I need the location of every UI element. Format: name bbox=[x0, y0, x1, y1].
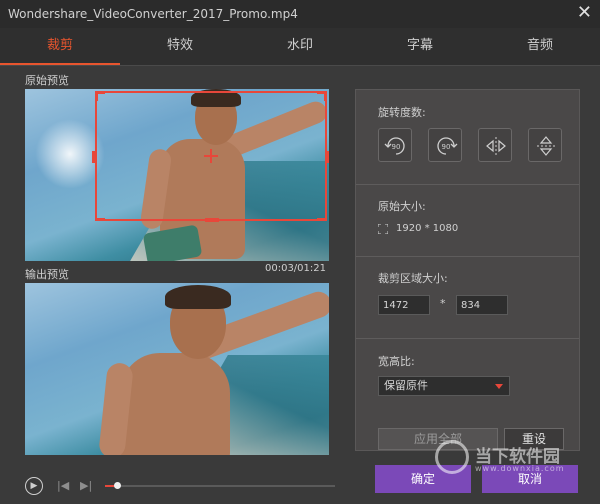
player-controls: ▶ |◀ ▶| bbox=[25, 477, 335, 495]
aspect-ratio-value: 保留原件 bbox=[384, 379, 428, 392]
next-frame-button[interactable]: ▶| bbox=[80, 479, 92, 492]
window-title: Wondershare_VideoConverter_2017_Promo.mp… bbox=[8, 7, 298, 21]
output-hair-shape bbox=[165, 285, 231, 309]
flip-horizontal-button[interactable] bbox=[478, 128, 512, 162]
output-torso-shape bbox=[120, 353, 230, 455]
rotate-right-text: 90 bbox=[442, 143, 451, 151]
progress-knob[interactable] bbox=[113, 482, 121, 489]
tab-bar: 裁剪 特效 水印 字幕 音频 bbox=[0, 28, 600, 66]
play-button[interactable]: ▶ bbox=[25, 477, 43, 495]
original-size-row: 1920 * 1080 bbox=[378, 223, 458, 234]
crop-settings-panel: 旋转度数: 90 90 原始大小: 1920 * 1080 裁剪区域大小: 14… bbox=[355, 89, 580, 451]
watermark-logo-icon bbox=[435, 440, 469, 474]
rotation-label: 旋转度数: bbox=[378, 106, 426, 119]
output-preview bbox=[25, 283, 329, 455]
chevron-down-icon bbox=[495, 384, 503, 389]
rotate-right-button[interactable]: 90 bbox=[428, 128, 462, 162]
original-preview-label: 原始预览 bbox=[25, 74, 69, 87]
tab-subtitle[interactable]: 字幕 bbox=[360, 28, 480, 65]
expand-icon bbox=[378, 223, 388, 234]
rotate-right-90-icon: 90 bbox=[437, 137, 458, 155]
original-size-label: 原始大小: bbox=[378, 200, 426, 213]
crop-area-label: 裁剪区域大小: bbox=[378, 272, 448, 285]
crop-height-input[interactable] bbox=[456, 295, 508, 315]
video-timestamp: 00:03/01:21 bbox=[264, 263, 326, 274]
watermark-url: www.downxia.com bbox=[475, 464, 565, 473]
close-icon[interactable]: ✕ bbox=[577, 3, 592, 23]
original-size-value: 1920 * 1080 bbox=[396, 223, 459, 234]
title-bar: Wondershare_VideoConverter_2017_Promo.mp… bbox=[0, 0, 600, 28]
aspect-ratio-label: 宽高比: bbox=[378, 355, 415, 368]
aspect-ratio-select[interactable]: 保留原件 bbox=[378, 376, 510, 396]
crop-center-icon-v[interactable] bbox=[210, 149, 212, 163]
tab-watermark[interactable]: 水印 bbox=[240, 28, 360, 65]
original-preview bbox=[25, 89, 329, 261]
tab-effects[interactable]: 特效 bbox=[120, 28, 240, 65]
rotate-left-90-icon: 90 bbox=[384, 137, 405, 155]
crop-handle-bottom-right[interactable] bbox=[317, 218, 327, 221]
flip-vertical-icon bbox=[537, 136, 555, 156]
flip-horizontal-icon bbox=[486, 137, 506, 155]
crop-handle-bottom-left[interactable] bbox=[95, 218, 105, 221]
crop-handle-right[interactable] bbox=[325, 151, 329, 163]
rotate-left-text: 90 bbox=[392, 143, 401, 151]
crop-handle-bottom[interactable] bbox=[205, 218, 219, 222]
progress-bar[interactable] bbox=[105, 482, 335, 489]
divider bbox=[356, 184, 579, 185]
crop-handle-top-right-v[interactable] bbox=[324, 91, 327, 101]
flip-vertical-button[interactable] bbox=[528, 128, 562, 162]
divider bbox=[356, 338, 579, 339]
divider bbox=[356, 256, 579, 257]
site-watermark: 当下软件园 www.downxia.com bbox=[435, 438, 585, 478]
tab-crop[interactable]: 裁剪 bbox=[0, 28, 120, 65]
output-preview-label: 输出预览 bbox=[25, 268, 69, 281]
tab-audio[interactable]: 音频 bbox=[480, 28, 600, 65]
times-sign: * bbox=[440, 297, 446, 310]
crop-handle-top-left-v[interactable] bbox=[95, 91, 98, 101]
rotate-left-button[interactable]: 90 bbox=[378, 128, 412, 162]
crop-handle-left[interactable] bbox=[92, 151, 97, 163]
previous-frame-button[interactable]: |◀ bbox=[57, 479, 69, 492]
crop-width-input[interactable] bbox=[378, 295, 430, 315]
